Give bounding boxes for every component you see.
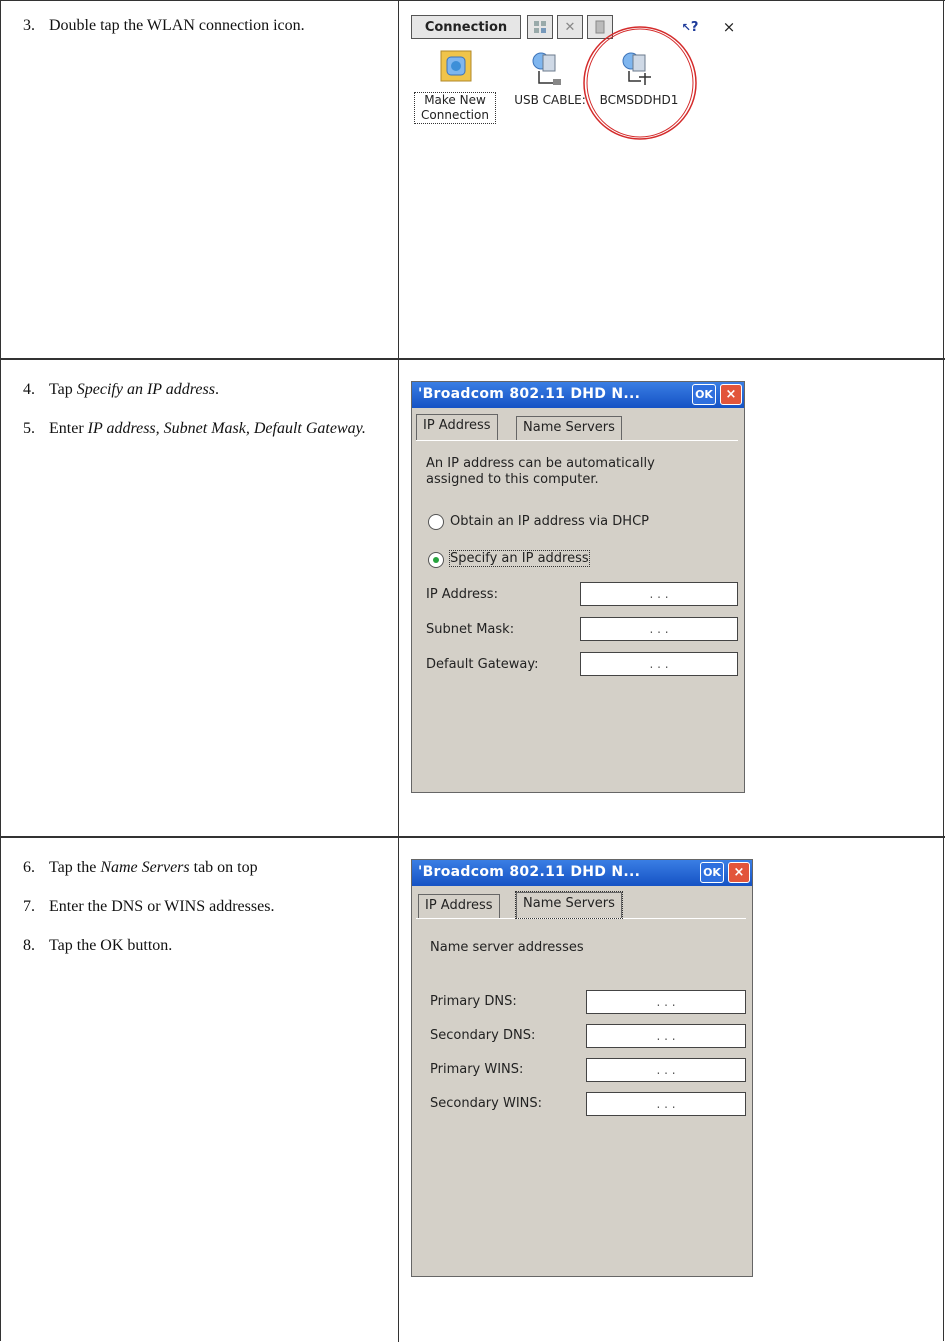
step-text: Enter the DNS or WINS addresses. — [49, 898, 275, 915]
tab-strip-line — [416, 440, 738, 441]
connection-menu-button[interactable]: Connection — [411, 15, 521, 39]
tab-strip-line — [416, 918, 746, 919]
step-list: 4. Tap Specify an IP address. 5. Enter I… — [23, 379, 383, 457]
column-divider — [398, 1, 399, 359]
secondary-dns-field[interactable]: . . . — [586, 1024, 746, 1048]
column-divider — [398, 837, 399, 1342]
network-cable-icon[interactable] — [529, 51, 563, 87]
tab-ip-address[interactable]: IP Address — [418, 894, 500, 918]
radio-specify-ip[interactable] — [428, 552, 444, 568]
ip-address-label: IP Address: — [426, 587, 498, 602]
ok-button[interactable]: OK — [692, 384, 716, 405]
primary-dns-field[interactable]: . . . — [586, 990, 746, 1014]
dialog-title: 'Broadcom 802.11 DHD N... — [418, 864, 641, 880]
step-item: 8. Tap the OK button. — [23, 935, 383, 956]
primary-wins-label: Primary WINS: — [430, 1062, 524, 1077]
properties-icon[interactable] — [527, 15, 553, 39]
secondary-wins-label: Secondary WINS: — [430, 1096, 543, 1111]
step-text: Tap the Name Servers tab on top — [49, 859, 258, 876]
step-number: 4. — [23, 381, 35, 398]
table-row: 3. Double tap the WLAN connection icon. … — [1, 0, 945, 360]
step-number: 8. — [23, 937, 35, 954]
step-text: Enter IP address, Subnet Mask, Default G… — [49, 420, 366, 437]
tab-ip-address[interactable]: IP Address — [416, 414, 498, 440]
step-number: 6. — [23, 859, 35, 876]
table-row: 4. Tap Specify an IP address. 5. Enter I… — [1, 358, 945, 838]
tcpip-settings-dialog: 'Broadcom 802.11 DHD N... OK × IP Addres… — [411, 381, 745, 793]
intro-text: An IP address can be automatically — [426, 456, 655, 471]
radio-dhcp-label[interactable]: Obtain an IP address via DHCP — [450, 514, 649, 529]
step-list: 6. Tap the Name Servers tab on top 7. En… — [23, 857, 383, 974]
radio-dhcp[interactable] — [428, 514, 444, 530]
step-item: 7. Enter the DNS or WINS addresses. — [23, 896, 383, 917]
intro-text: Name server addresses — [430, 940, 584, 955]
ip-address-field[interactable]: . . . — [580, 582, 738, 606]
subnet-mask-label: Subnet Mask: — [426, 622, 515, 637]
step-number: 7. — [23, 898, 35, 915]
column-divider — [398, 359, 399, 837]
make-new-connection-icon[interactable] — [439, 49, 473, 85]
title-bar: 'Broadcom 802.11 DHD N... OK × — [412, 860, 752, 886]
primary-wins-field[interactable]: . . . — [586, 1058, 746, 1082]
title-bar: 'Broadcom 802.11 DHD N... OK × — [412, 382, 744, 408]
highlight-circle — [583, 26, 697, 140]
step-text: Tap Specify an IP address. — [49, 381, 219, 398]
close-icon[interactable]: × — [717, 15, 741, 39]
step-list: 3. Double tap the WLAN connection icon. — [23, 15, 383, 54]
subnet-mask-field[interactable]: . . . — [580, 617, 738, 641]
step-number: 5. — [23, 420, 35, 437]
step-item: 4. Tap Specify an IP address. — [23, 379, 383, 400]
icon-label: Make New Connection — [414, 92, 496, 124]
step-text: Tap the OK button. — [49, 937, 173, 954]
default-gateway-field[interactable]: . . . — [580, 652, 738, 676]
tab-name-servers[interactable]: Name Servers — [515, 891, 623, 919]
table-row: 6. Tap the Name Servers tab on top 7. En… — [1, 836, 945, 1342]
tcpip-settings-dialog: 'Broadcom 802.11 DHD N... OK × IP Addres… — [411, 859, 753, 1277]
intro-text: assigned to this computer. — [426, 472, 599, 487]
close-icon[interactable]: × — [728, 862, 750, 883]
ok-button[interactable]: OK — [700, 862, 724, 883]
default-gateway-label: Default Gateway: — [426, 657, 539, 672]
close-icon[interactable]: × — [720, 384, 742, 405]
tab-name-servers[interactable]: Name Servers — [516, 416, 622, 440]
connection-window: Connection ✕ ↖? × Make New Connection US… — [411, 11, 756, 143]
primary-dns-label: Primary DNS: — [430, 994, 517, 1009]
radio-specify-ip-label[interactable]: Specify an IP address — [449, 550, 590, 567]
step-item: 5. Enter IP address, Subnet Mask, Defaul… — [23, 418, 383, 439]
secondary-wins-field[interactable]: . . . — [586, 1092, 746, 1116]
step-item: 3. Double tap the WLAN connection icon. — [23, 15, 383, 36]
dialog-title: 'Broadcom 802.11 DHD N... — [418, 386, 641, 402]
step-number: 3. — [23, 17, 35, 34]
instruction-table: 3. Double tap the WLAN connection icon. … — [0, 0, 945, 1342]
secondary-dns-label: Secondary DNS: — [430, 1028, 536, 1043]
step-text: Double tap the WLAN connection icon. — [49, 17, 305, 34]
step-item: 6. Tap the Name Servers tab on top — [23, 857, 383, 878]
